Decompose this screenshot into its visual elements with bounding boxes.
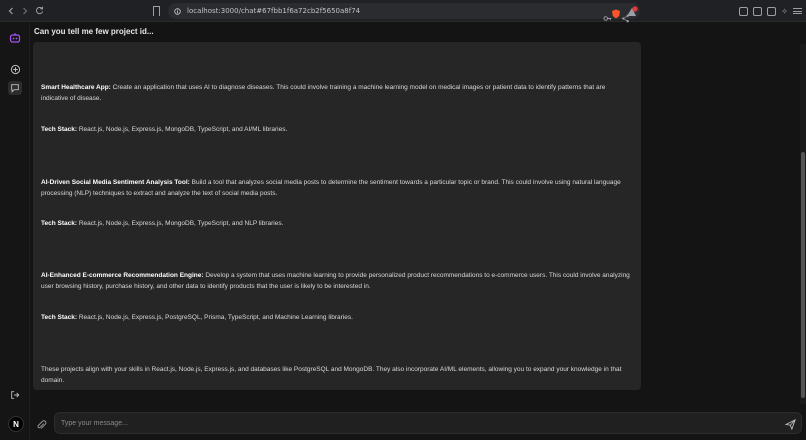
tech-stack-label: Tech Stack: <box>41 314 78 321</box>
brave-shield-icon[interactable] <box>611 6 621 24</box>
message-composer <box>30 410 806 440</box>
tech-stack-text: React.js, Node.js, Express.js, PostgreSQ… <box>77 314 353 321</box>
project-title: AI-Enhanced E-commerce Recommendation En… <box>41 272 204 279</box>
tech-stack-text: React.js, Node.js, Express.js, MongoDB, … <box>77 126 288 133</box>
ai-sparkle-icon[interactable]: ✧ <box>781 7 788 16</box>
robot-icon[interactable] <box>8 31 22 45</box>
notification-icon[interactable] <box>626 5 638 23</box>
sidebar: N <box>0 22 30 440</box>
tech-stack-label: Tech Stack: <box>41 220 78 227</box>
reload-icon[interactable] <box>32 0 46 22</box>
browser-toolbar: localhost:3000/chat#67fbb1f6a72cb2f5650a… <box>0 0 806 22</box>
message-paragraph: Tech Stack: React.js, Node.js, Express.j… <box>41 313 633 324</box>
message-paragraph: Smart Healthcare App: Create an applicat… <box>41 83 633 104</box>
message-input[interactable] <box>54 412 802 434</box>
message-paragraph: Tech Stack: React.js, Node.js, Express.j… <box>41 219 633 230</box>
chevron-left-icon[interactable] <box>4 0 18 22</box>
address-bar[interactable]: localhost:3000/chat#67fbb1f6a72cb2f5650a… <box>168 2 640 22</box>
paperclip-icon[interactable] <box>36 418 48 430</box>
tech-stack-label: Tech Stack: <box>41 126 78 133</box>
project-description: Create an application that uses AI to di… <box>41 84 606 102</box>
avatar[interactable]: N <box>8 416 24 432</box>
chat-title: Can you tell me few project id... <box>34 27 154 36</box>
chat-bubble-icon[interactable] <box>8 81 22 95</box>
logout-icon[interactable] <box>8 388 22 402</box>
bookmark-icon[interactable] <box>153 6 160 16</box>
message-paragraph: AI-Enhanced E-commerce Recommendation En… <box>41 271 633 292</box>
tech-stack-text: React.js, Node.js, Express.js, MongoDB, … <box>77 220 284 227</box>
message-paragraph: These projects align with your skills in… <box>41 365 633 386</box>
summary-text: These projects align with your skills in… <box>41 366 622 384</box>
chat-messages: Smart Healthcare App: Create an applicat… <box>30 42 798 407</box>
wallet-icon[interactable] <box>767 6 777 16</box>
menu-icon[interactable] <box>793 8 802 14</box>
message-paragraph: Tech Stack: React.js, Node.js, Express.j… <box>41 125 633 136</box>
plus-circle-icon[interactable] <box>8 62 22 76</box>
assistant-message: Smart Healthcare App: Create an applicat… <box>33 42 641 390</box>
scrollbar-thumb[interactable] <box>801 152 805 398</box>
sidebar-toggle-icon[interactable] <box>753 6 763 16</box>
chevron-right-icon[interactable] <box>18 0 32 22</box>
extensions-icon[interactable] <box>739 6 749 16</box>
url-text: localhost:3000/chat#67fbb1f6a72cb2f5650a… <box>187 7 361 15</box>
project-title: Smart Healthcare App: <box>41 84 111 91</box>
site-info-icon[interactable] <box>174 2 181 20</box>
project-title: AI-Driven Social Media Sentiment Analysi… <box>41 179 190 186</box>
message-paragraph: AI-Driven Social Media Sentiment Analysi… <box>41 178 633 199</box>
send-icon[interactable] <box>784 417 796 431</box>
